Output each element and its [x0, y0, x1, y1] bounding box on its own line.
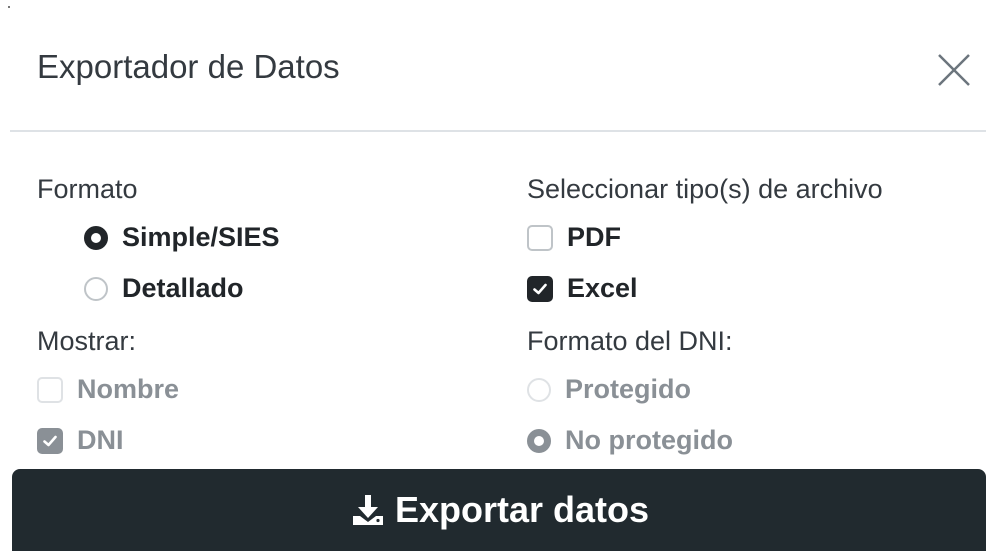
download-icon [352, 495, 383, 525]
dni-format-protected[interactable]: Protegido [527, 374, 691, 405]
file-type-excel[interactable]: Excel [527, 273, 638, 304]
dni-format-option-label: No protegido [565, 425, 733, 455]
dialog-title: Exportador de Datos [37, 48, 340, 85]
radio-icon[interactable] [84, 276, 108, 301]
show-option-dni[interactable]: DNI [37, 425, 124, 456]
dni-format-option-label: Protegido [565, 374, 691, 404]
checkbox-icon[interactable] [527, 275, 553, 302]
radio-icon[interactable] [527, 377, 551, 402]
stray-pixel [8, 6, 10, 8]
dni-format-unprotected[interactable]: No protegido [527, 425, 733, 456]
checkbox-icon[interactable] [37, 427, 63, 454]
close-button[interactable] [936, 52, 972, 88]
show-label: Mostrar: [37, 326, 137, 356]
file-type-pdf[interactable]: PDF [527, 222, 621, 253]
format-label: Formato [37, 174, 138, 204]
check-icon [43, 435, 57, 446]
close-icon [938, 54, 970, 86]
radio-icon[interactable] [84, 225, 108, 250]
file-type-label: PDF [567, 222, 621, 252]
export-button-label: Exportar datos [394, 489, 650, 530]
check-icon [533, 283, 547, 294]
format-option-label: Detallado [122, 273, 244, 303]
export-data-button[interactable]: Exportar datos [12, 469, 986, 551]
format-option-detailed[interactable]: Detallado [84, 273, 244, 304]
header-divider [10, 130, 986, 132]
file-types-label: Seleccionar tipo(s) de archivo [527, 174, 883, 204]
format-option-simple[interactable]: Simple/SIES [84, 222, 280, 253]
show-option-label: DNI [77, 425, 124, 455]
file-type-label: Excel [567, 273, 638, 303]
checkbox-icon[interactable] [527, 224, 553, 251]
radio-icon[interactable] [527, 428, 551, 453]
show-option-label: Nombre [77, 374, 180, 404]
checkbox-icon[interactable] [37, 376, 63, 403]
dni-format-label: Formato del DNI: [527, 326, 733, 356]
format-option-label: Simple/SIES [122, 222, 280, 252]
show-option-name[interactable]: Nombre [37, 374, 179, 405]
